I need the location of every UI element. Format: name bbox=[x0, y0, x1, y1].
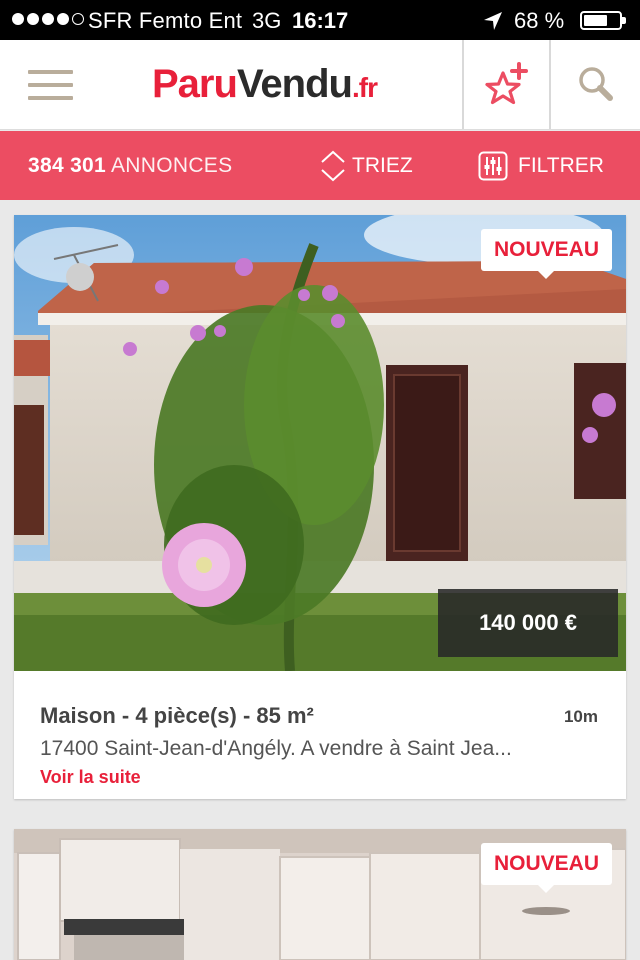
sort-arrows-icon bbox=[321, 150, 345, 182]
location-arrow-icon bbox=[484, 12, 502, 30]
logo-text-vendu: Vendu bbox=[236, 62, 353, 106]
header-divider bbox=[462, 40, 464, 129]
listing-description: 17400 Saint-Jean-d'Angély. A vendre à Sa… bbox=[40, 737, 512, 760]
battery-percentage: 68 % bbox=[514, 8, 565, 33]
logo-text-paru: Paru bbox=[152, 62, 238, 106]
logo-text-fr: .fr bbox=[351, 72, 378, 103]
menu-button[interactable] bbox=[28, 70, 73, 100]
paruvendu-logo[interactable]: ParuVendu.fr bbox=[152, 62, 378, 107]
sort-label: TRIEZ bbox=[352, 154, 413, 177]
listing-photo[interactable]: NOUVEAU 140 000 € bbox=[14, 215, 626, 671]
price-tag: 140 000 € bbox=[438, 589, 618, 657]
filter-button[interactable]: FILTRER bbox=[478, 147, 604, 185]
listing-title: Maison - 4 pièce(s) - 85 m² bbox=[40, 703, 314, 728]
status-bar: SFR Femto Ent 3G 16:17 68 % bbox=[0, 0, 640, 40]
sort-button[interactable]: TRIEZ bbox=[320, 147, 413, 185]
filter-label: FILTRER bbox=[518, 154, 604, 177]
new-badge: NOUVEAU bbox=[480, 229, 612, 279]
favorite-star-add-icon bbox=[485, 62, 528, 105]
listing-photo[interactable]: NOUVEAU bbox=[14, 829, 626, 960]
see-more-link[interactable]: Voir la suite bbox=[40, 767, 141, 788]
new-badge: NOUVEAU bbox=[480, 843, 612, 893]
add-favorite-button[interactable] bbox=[465, 40, 551, 130]
results-count-label: ANNONCES bbox=[111, 154, 233, 177]
search-button[interactable] bbox=[552, 40, 640, 130]
listing-card[interactable]: NOUVEAU bbox=[14, 829, 626, 960]
results-count-number: 384 301 bbox=[28, 154, 107, 177]
results-toolbar: 384 301 ANNONCES TRIEZ FILTRER bbox=[0, 131, 640, 200]
battery-icon bbox=[580, 11, 626, 30]
results-count: 384 301 ANNONCES bbox=[28, 154, 232, 178]
app-header: ParuVendu.fr bbox=[0, 40, 640, 130]
listing-card[interactable]: NOUVEAU 140 000 € Maison - 4 pièce(s) - … bbox=[14, 215, 626, 799]
carrier-name: SFR Femto Ent bbox=[88, 8, 243, 33]
signal-strength-icon bbox=[12, 13, 84, 25]
filter-sliders-icon bbox=[478, 151, 508, 181]
listing-info: Maison - 4 pièce(s) - 85 m² 10m 17400 Sa… bbox=[14, 671, 626, 799]
search-icon bbox=[579, 67, 613, 101]
status-time: 16:17 bbox=[292, 8, 349, 33]
network-type: 3G bbox=[252, 8, 282, 33]
listing-age: 10m bbox=[563, 707, 598, 726]
